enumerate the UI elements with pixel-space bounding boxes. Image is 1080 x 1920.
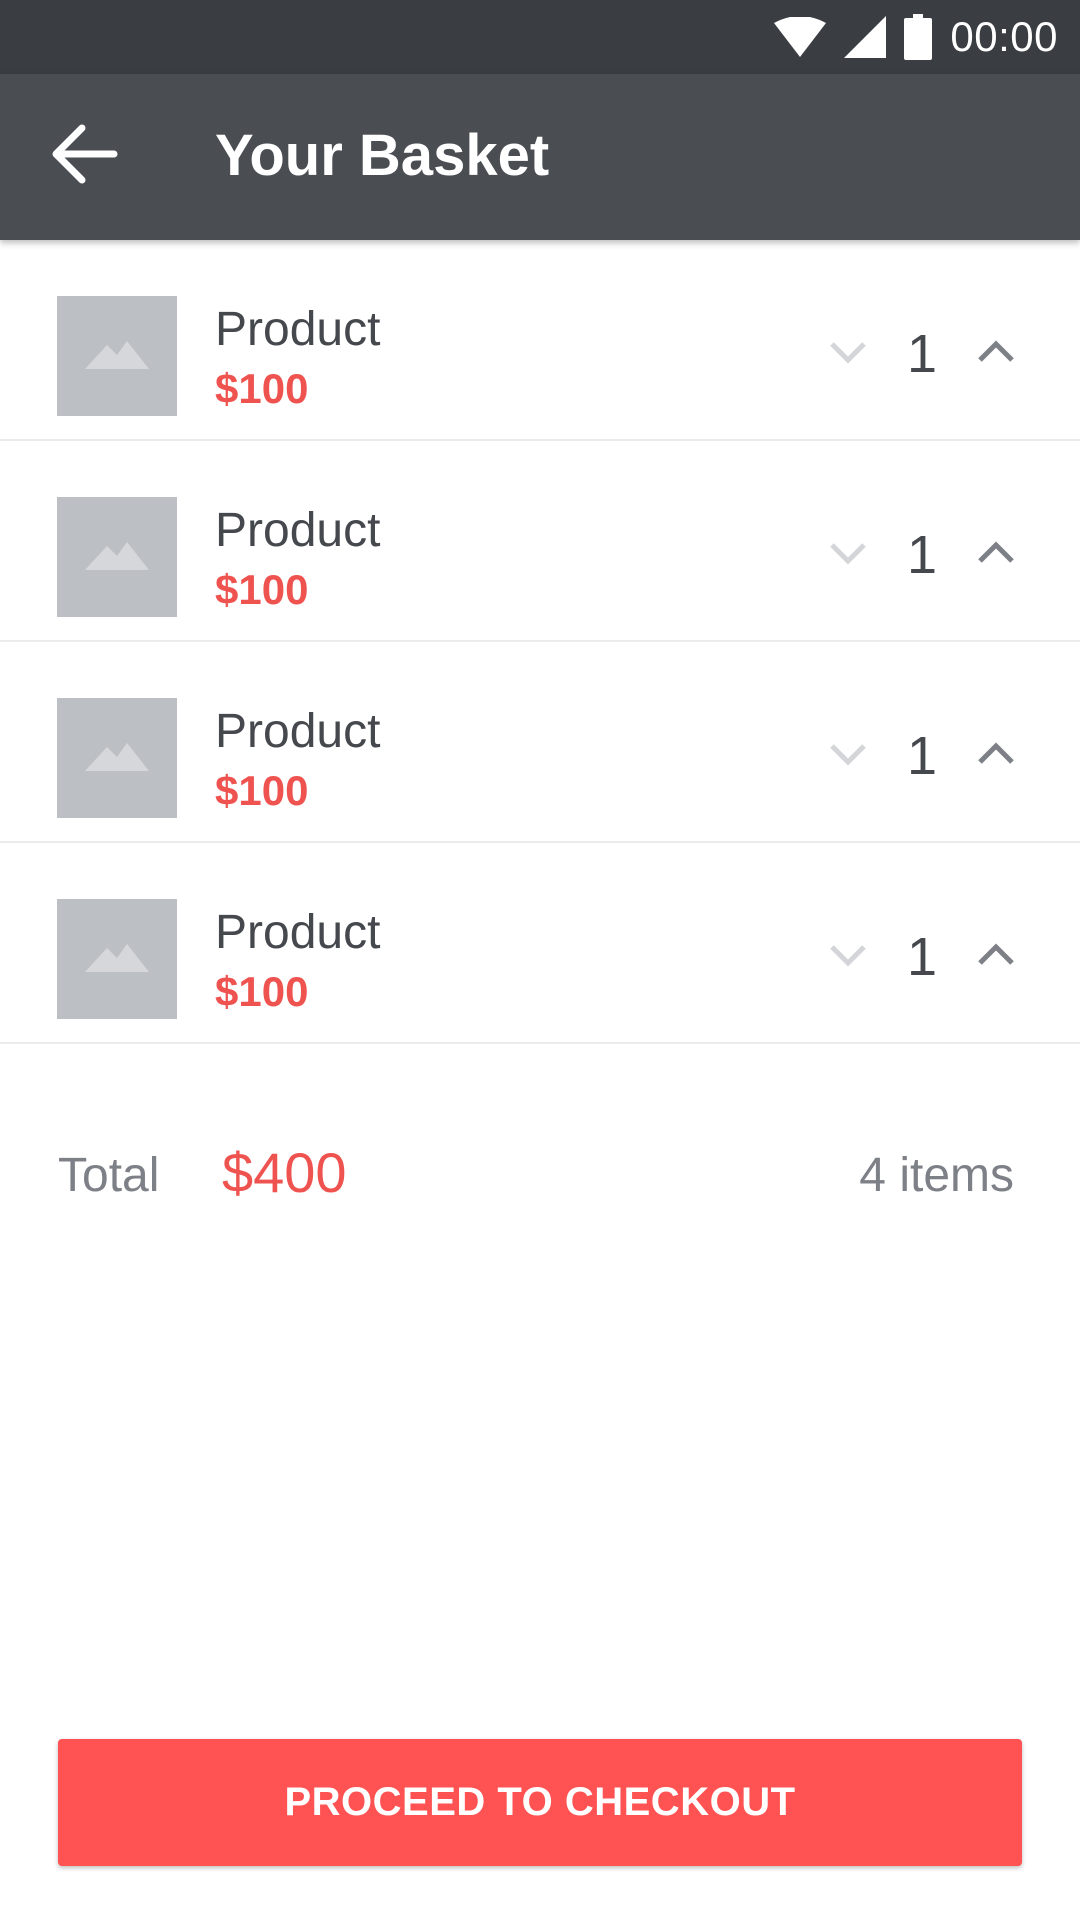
- product-price: $100: [215, 767, 309, 814]
- chevron-down-icon: [828, 943, 868, 972]
- product-price: $100: [215, 566, 309, 613]
- product-thumbnail: [57, 698, 177, 818]
- decrease-quantity-button[interactable]: [820, 929, 876, 985]
- chevron-up-icon: [976, 339, 1016, 369]
- chevron-down-icon: [828, 340, 868, 369]
- increase-quantity-button[interactable]: [968, 728, 1024, 784]
- quantity-value: 1: [906, 525, 938, 585]
- checkout-button[interactable]: PROCEED TO CHECKOUT: [58, 1739, 1022, 1866]
- decrease-quantity-button[interactable]: [820, 326, 876, 382]
- image-placeholder-icon: [85, 942, 149, 977]
- basket-item-list: Product $100 1 Product $100 1 Product $1…: [0, 240, 1080, 1044]
- basket-item: Product $100 1: [0, 642, 1080, 843]
- arrow-back-icon: [52, 124, 118, 189]
- chevron-up-icon: [976, 942, 1016, 972]
- product-thumbnail: [57, 899, 177, 1019]
- status-time: 00:00: [950, 13, 1058, 60]
- chevron-down-icon: [828, 742, 868, 771]
- increase-quantity-button[interactable]: [968, 326, 1024, 382]
- decrease-quantity-button[interactable]: [820, 728, 876, 784]
- product-name: Product: [215, 504, 381, 557]
- image-placeholder-icon: [85, 741, 149, 776]
- increase-quantity-button[interactable]: [968, 929, 1024, 985]
- product-name: Product: [215, 705, 381, 758]
- chevron-up-icon: [976, 540, 1016, 570]
- basket-item: Product $100 1: [0, 441, 1080, 642]
- total-value: $400: [222, 1141, 347, 1204]
- product-name: Product: [215, 303, 381, 356]
- image-placeholder-icon: [85, 339, 149, 374]
- basket-summary: Total $400 4 items: [0, 1140, 1080, 1220]
- basket-item: Product $100 1: [0, 240, 1080, 441]
- chevron-down-icon: [828, 541, 868, 570]
- signal-icon: [844, 16, 887, 58]
- product-thumbnail: [57, 497, 177, 617]
- quantity-value: 1: [906, 726, 938, 786]
- battery-icon: [904, 14, 933, 60]
- back-button[interactable]: [40, 114, 130, 198]
- increase-quantity-button[interactable]: [968, 527, 1024, 583]
- product-name: Product: [215, 906, 381, 959]
- quantity-value: 1: [906, 324, 938, 384]
- status-bar: 00:00: [0, 0, 1080, 74]
- status-icons: 00:00: [774, 0, 1058, 74]
- page-title: Your Basket: [215, 123, 550, 188]
- chevron-up-icon: [976, 741, 1016, 771]
- product-thumbnail: [57, 296, 177, 416]
- image-placeholder-icon: [85, 540, 149, 575]
- total-label: Total: [58, 1149, 160, 1202]
- product-price: $100: [215, 365, 309, 412]
- quantity-value: 1: [906, 927, 938, 987]
- item-count: 4 items: [859, 1149, 1014, 1202]
- decrease-quantity-button[interactable]: [820, 527, 876, 583]
- wifi-icon: [774, 17, 827, 57]
- basket-item: Product $100 1: [0, 843, 1080, 1044]
- product-price: $100: [215, 968, 309, 1015]
- app-bar: Your Basket: [0, 74, 1080, 240]
